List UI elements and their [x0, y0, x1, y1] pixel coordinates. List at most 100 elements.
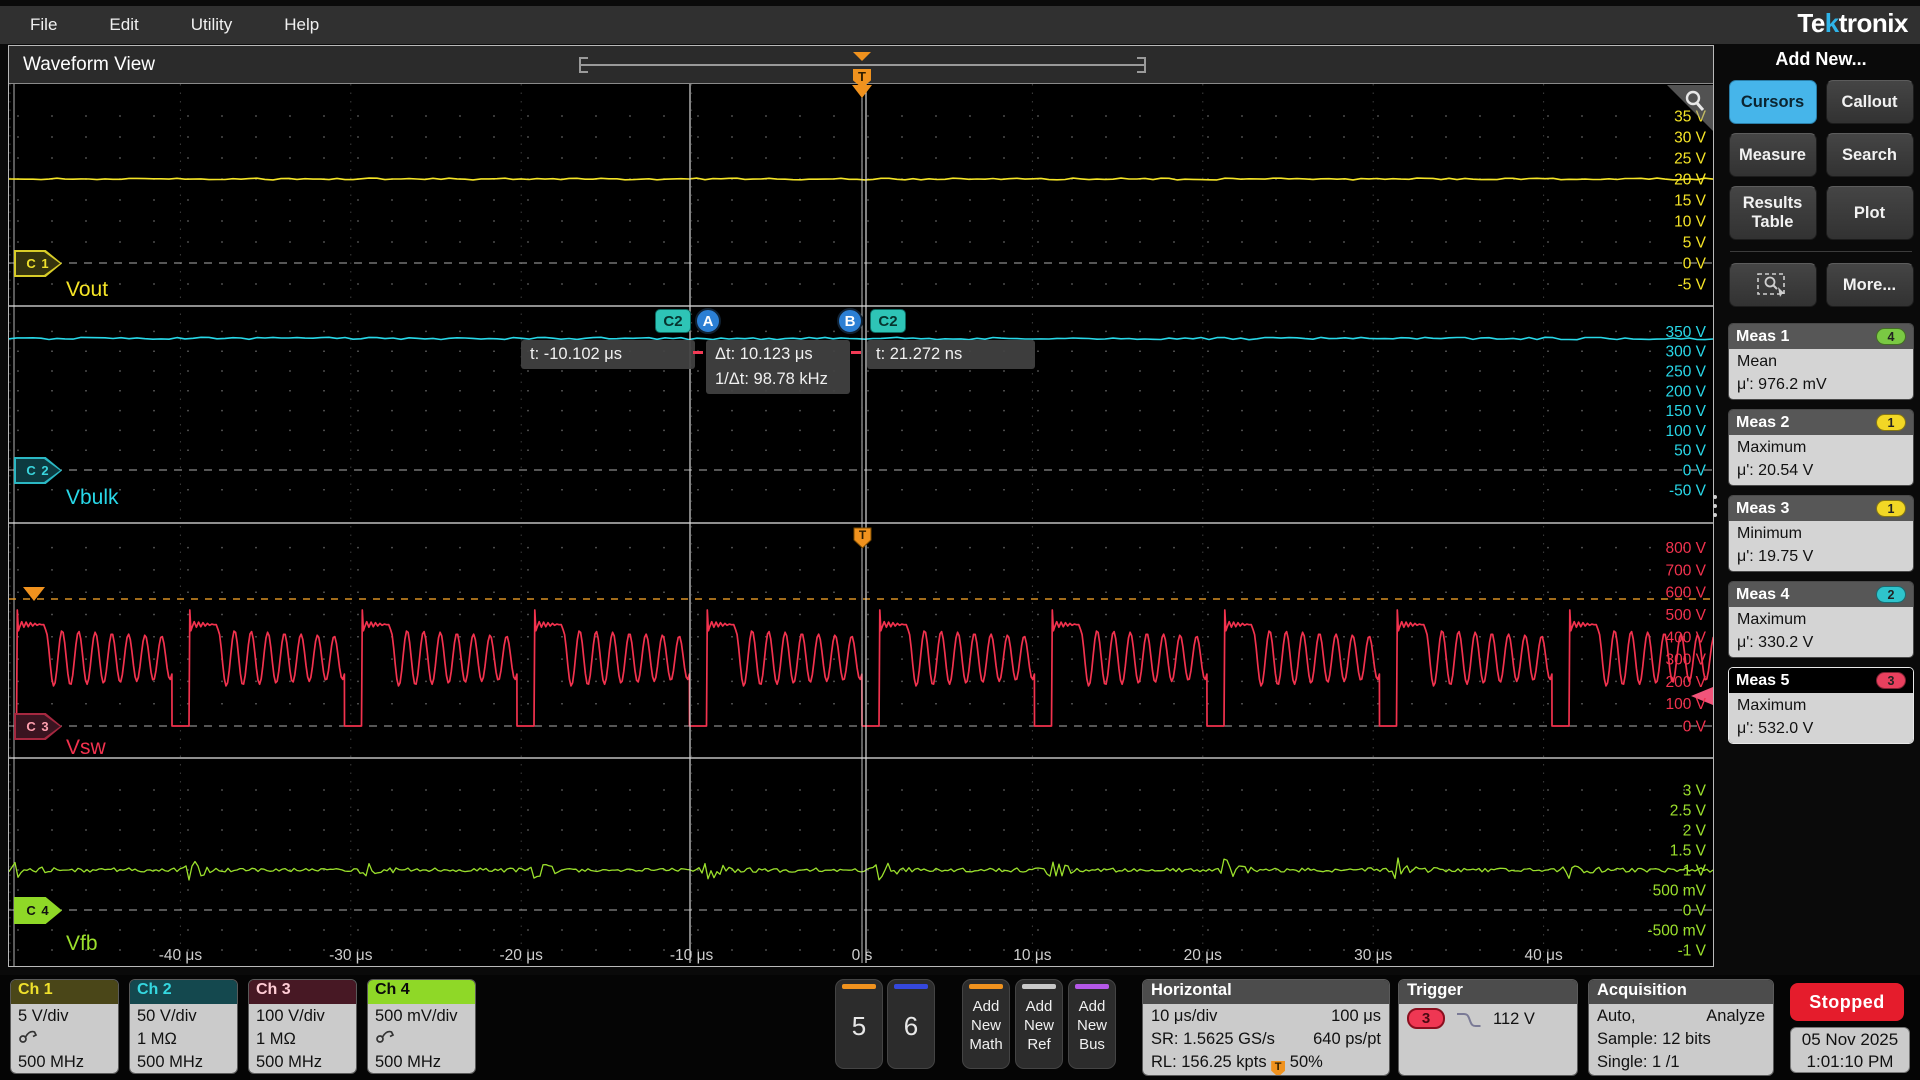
time-tick-label: 40 μs	[1524, 947, 1562, 964]
more-button[interactable]: More...	[1825, 263, 1914, 307]
axis-tick-label: 1 V	[1683, 863, 1707, 880]
probe-icon	[19, 1030, 38, 1043]
add-new-callout-button[interactable]: Callout	[1825, 80, 1914, 124]
axis-tick-label: -5 V	[1678, 277, 1707, 294]
measurement-value: μ': 19.75 V	[1737, 548, 1814, 565]
add-new-math-button[interactable]: Add New Math	[962, 979, 1010, 1069]
axis-tick-label: 100 V	[1665, 423, 1706, 440]
axis-tick-label: 700 V	[1665, 562, 1706, 579]
bottom-settings-bar: Ch 1 5 V/div 500 MHz Ch 2 50 V/div 1 MΩ …	[0, 975, 1920, 1080]
horizontal-overview-line[interactable]	[579, 64, 1146, 66]
channel-badge-title: Ch 3	[249, 980, 356, 1004]
channel-badge-title: Ch 4	[368, 980, 475, 1004]
channel-scale: 100 V/div	[256, 1007, 325, 1025]
measurement-value: μ': 20.54 V	[1737, 462, 1814, 479]
measurement-source-pill: 4	[1876, 328, 1906, 345]
panel-splitter-handle[interactable]	[1713, 495, 1717, 517]
measurement-badge-3[interactable]: Meas 3 1 Minimum μ': 19.75 V	[1728, 495, 1914, 572]
channel-coupling: 1 MΩ	[137, 1030, 177, 1048]
measurement-type: Mean	[1737, 353, 1778, 370]
ch3-trace	[15, 609, 1713, 727]
slot-button-5[interactable]: 5	[835, 979, 883, 1069]
time-value: 1:01:10 PM	[1806, 1052, 1894, 1071]
menu-utility[interactable]: Utility	[191, 15, 233, 35]
inverse-delta-t-value: 1/Δt: 98.78 kHz	[715, 370, 828, 388]
channel-badge-ch4[interactable]: Ch 4 500 mV/div 500 MHz	[367, 979, 476, 1074]
time-tick-label: -30 μs	[329, 947, 373, 964]
trigger-flag-mid-label: T	[859, 528, 867, 542]
axis-tick-label: 25 V	[1674, 151, 1707, 168]
slot-button-6[interactable]: 6	[887, 979, 935, 1069]
add-new-plot-button[interactable]: Plot	[1825, 186, 1914, 240]
datetime-badge: 05 Nov 2025 1:01:10 PM	[1790, 1027, 1910, 1073]
axis-tick-label: 5 V	[1683, 235, 1707, 252]
horizontal-scale: 10 μs/div	[1151, 1007, 1218, 1025]
marquee-zoom-button[interactable]	[1728, 263, 1817, 307]
horizontal-sample-rate: SR: 1.5625 GS/s	[1151, 1030, 1275, 1048]
cursor-a-source-badge[interactable]: C2	[655, 309, 691, 333]
axis-tick-label: 15 V	[1674, 193, 1707, 210]
axis-tick-label: 3 V	[1683, 783, 1707, 800]
measurement-name: Meas 2	[1736, 413, 1790, 431]
add-new-search-button[interactable]: Search	[1825, 133, 1914, 177]
axis-tick-label: 0 V	[1683, 256, 1707, 273]
channel-bandwidth: 500 MHz	[137, 1053, 204, 1071]
channel-badge-title: Ch 1	[11, 980, 118, 1004]
channel-badge-title: Ch 2	[130, 980, 237, 1004]
trigger-level: 112 V	[1493, 1010, 1535, 1028]
measurement-value: μ': 532.0 V	[1737, 720, 1814, 737]
axis-tick-label: 0 V	[1683, 903, 1707, 920]
time-tick-label: 10 μs	[1013, 947, 1051, 964]
menu-help[interactable]: Help	[284, 15, 319, 35]
horizontal-resolution: 640 ps/pt	[1313, 1030, 1381, 1048]
measurement-badge-4[interactable]: Meas 4 2 Maximum μ': 330.2 V	[1728, 581, 1914, 658]
time-tick-label: -10 μs	[670, 947, 714, 964]
cursor-a-handle[interactable]: A	[695, 308, 721, 334]
measurement-source-pill: 2	[1876, 586, 1906, 603]
add-new-results-table-button[interactable]: Results Table	[1728, 186, 1817, 240]
axis-tick-label: -50 V	[1669, 482, 1707, 499]
menu-file[interactable]: File	[30, 15, 57, 35]
trigger-flag-icon: T	[1271, 1061, 1286, 1075]
ch1-trace	[9, 177, 1713, 181]
measurement-badge-2[interactable]: Meas 2 1 Maximum μ': 20.54 V	[1728, 409, 1914, 486]
channel-badge-ch3[interactable]: Ch 3 100 V/div 1 MΩ 500 MHz	[248, 979, 357, 1074]
cursor-b-handle[interactable]: B	[837, 308, 863, 334]
add-new-bus-button[interactable]: Add New Bus	[1068, 979, 1116, 1069]
acquisition-badge[interactable]: Acquisition Auto, Analyze Sample: 12 bits…	[1588, 979, 1774, 1076]
add-new-cursors-button[interactable]: Cursors	[1728, 80, 1817, 124]
acquisition-sample: Sample: 12 bits	[1597, 1030, 1711, 1048]
horizontal-record-length: RL: 156.25 kpts	[1151, 1053, 1267, 1071]
overview-bracket-left[interactable]	[579, 57, 588, 73]
axis-tick-label: 200 V	[1665, 674, 1706, 691]
add-new-ref-button[interactable]: Add New Ref	[1015, 979, 1063, 1069]
axis-tick-label: 400 V	[1665, 629, 1706, 646]
measurement-list: Meas 1 4 Mean μ': 976.2 mV Meas 2 1 Maxi…	[1726, 323, 1916, 744]
measurement-badge-5[interactable]: Meas 5 3 Maximum μ': 532.0 V	[1728, 667, 1914, 744]
menu-edit[interactable]: Edit	[109, 15, 138, 35]
axis-tick-label: 600 V	[1665, 585, 1706, 602]
channel-scale: 5 V/div	[18, 1007, 69, 1025]
horizontal-duration: 100 μs	[1331, 1007, 1381, 1025]
add-new-measure-button[interactable]: Measure	[1728, 133, 1817, 177]
channel-badge-ch1[interactable]: Ch 1 5 V/div 500 MHz	[10, 979, 119, 1074]
channel-badge-ch2[interactable]: Ch 2 50 V/div 1 MΩ 500 MHz	[129, 979, 238, 1074]
menu-bar: File Edit Utility Help	[0, 6, 1920, 44]
axis-tick-label: 2.5 V	[1670, 803, 1707, 820]
measurement-badge-1[interactable]: Meas 1 4 Mean μ': 976.2 mV	[1728, 323, 1914, 400]
horizontal-badge[interactable]: Horizontal 10 μs/div 100 μs SR: 1.5625 GS…	[1142, 979, 1390, 1076]
marquee-zoom-icon	[1756, 273, 1785, 297]
tektronix-logo: Tektronix	[1797, 8, 1908, 38]
axis-tick-label: 350 V	[1665, 324, 1706, 341]
overview-bracket-right[interactable]	[1137, 57, 1146, 73]
trigger-position-marker-top[interactable]	[853, 52, 871, 61]
cursor-b-source-badge[interactable]: C2	[870, 309, 906, 333]
channel-scale: 500 mV/div	[375, 1007, 458, 1025]
axis-tick-label: 300 V	[1665, 652, 1706, 669]
measurement-name: Meas 3	[1736, 499, 1790, 517]
measurement-name: Meas 1	[1736, 327, 1790, 345]
axis-tick-label: 0 V	[1683, 719, 1707, 736]
axis-tick-label: 200 V	[1665, 383, 1706, 400]
trigger-badge[interactable]: Trigger 3 112 V	[1398, 979, 1578, 1076]
run-stop-button[interactable]: Stopped	[1790, 983, 1904, 1021]
